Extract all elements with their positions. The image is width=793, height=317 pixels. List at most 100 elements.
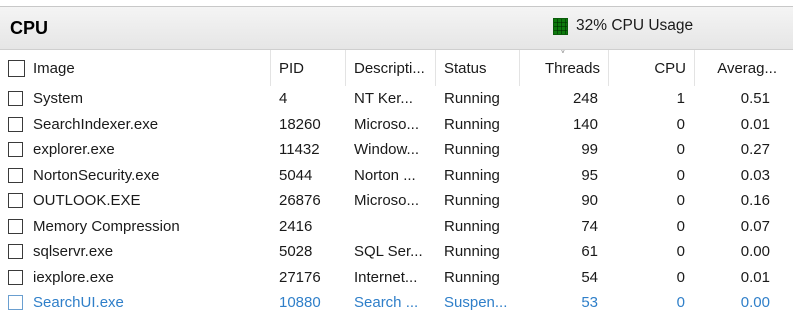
process-pid-cell: 10880	[271, 290, 346, 316]
process-threads-cell: 248	[520, 86, 609, 112]
process-row[interactable]: Memory Compression 2416 Running 74 0 0.0…	[0, 214, 793, 240]
process-threads: 99	[581, 141, 598, 159]
process-threads-cell: 53	[520, 290, 609, 316]
process-pid: 26876	[279, 192, 321, 210]
process-status: Running	[444, 268, 500, 286]
column-header-pid[interactable]: PID	[271, 50, 346, 86]
process-pid: 4	[279, 90, 288, 108]
process-average: 0.00	[740, 294, 770, 312]
process-pid: 2416	[279, 217, 313, 235]
section-title: CPU	[10, 18, 49, 38]
process-cpu-cell: 0	[609, 214, 695, 240]
process-description-cell: Microso...	[346, 188, 436, 214]
process-status: Suspen...	[444, 294, 508, 312]
process-checkbox[interactable]	[8, 269, 23, 285]
cpu-usage-text: 32% CPU Usage	[576, 17, 694, 34]
process-description: Search ...	[354, 294, 419, 312]
process-description-cell	[346, 214, 436, 240]
column-header-status[interactable]: Status	[436, 50, 520, 86]
cpu-panel: CPU 32% CPU Usage Image PID Descripti...…	[0, 0, 793, 317]
process-checkbox[interactable]	[8, 91, 23, 107]
process-status-cell: Running	[436, 112, 520, 138]
process-average: 0.07	[740, 217, 770, 235]
process-status: Running	[444, 115, 500, 133]
process-average-cell: 0.16	[695, 188, 785, 214]
process-average: 0.51	[740, 90, 770, 108]
process-status-cell: Suspen...	[436, 290, 520, 316]
process-description-cell: Search ...	[346, 290, 436, 316]
process-threads: 140	[572, 115, 598, 133]
process-row[interactable]: SearchIndexer.exe 18260 Microso... Runni…	[0, 112, 793, 138]
cpu-usage-summary: 32% CPU Usage	[553, 15, 693, 37]
column-label-cpu: CPU	[654, 59, 686, 77]
process-status: Running	[444, 166, 500, 184]
process-description: Norton ...	[354, 166, 416, 184]
process-image-name: SearchIndexer.exe	[33, 115, 159, 133]
process-image-name: Memory Compression	[33, 217, 180, 235]
process-checkbox[interactable]	[8, 116, 23, 132]
process-cpu-cell: 0	[609, 112, 695, 138]
process-status-cell: Running	[436, 188, 520, 214]
process-checkbox[interactable]	[8, 142, 23, 158]
process-description-cell: Window...	[346, 137, 436, 163]
process-row[interactable]: sqlservr.exe 5028 SQL Ser... Running 61 …	[0, 239, 793, 265]
column-header-cpu[interactable]: CPU	[609, 50, 695, 86]
process-pid: 5028	[279, 243, 313, 261]
process-pid-cell: 26876	[271, 188, 346, 214]
process-status: Running	[444, 141, 500, 159]
process-image-name: explorer.exe	[33, 141, 115, 159]
process-description-cell: NT Ker...	[346, 86, 436, 112]
process-row[interactable]: SearchUI.exe 10880 Search ... Suspen... …	[0, 290, 793, 316]
process-description-cell: SQL Ser...	[346, 239, 436, 265]
process-average: 0.03	[740, 166, 770, 184]
process-cpu: 0	[676, 141, 685, 159]
process-row[interactable]: explorer.exe 11432 Window... Running 99 …	[0, 137, 793, 163]
process-checkbox[interactable]	[8, 218, 23, 234]
column-label-status: Status	[444, 59, 487, 77]
process-description-cell: Norton ...	[346, 163, 436, 189]
process-status: Running	[444, 217, 500, 235]
column-header-image[interactable]: Image	[0, 50, 271, 86]
process-description: Window...	[354, 141, 420, 159]
process-description: Internet...	[354, 268, 418, 286]
process-cpu: 0	[676, 294, 685, 312]
process-status-cell: Running	[436, 137, 520, 163]
process-status-cell: Running	[436, 163, 520, 189]
process-image-cell: explorer.exe	[0, 137, 271, 163]
column-header-threads[interactable]: ˅ Threads	[520, 50, 609, 86]
process-row[interactable]: System 4 NT Ker... Running 248 1 0.51	[0, 86, 793, 112]
process-cpu-cell: 0	[609, 163, 695, 189]
column-label-image: Image	[33, 59, 75, 77]
process-checkbox[interactable]	[8, 167, 23, 183]
process-row[interactable]: NortonSecurity.exe 5044 Norton ... Runni…	[0, 163, 793, 189]
process-image-name: OUTLOOK.EXE	[33, 192, 141, 210]
column-label-description: Descripti...	[354, 59, 425, 77]
process-threads-cell: 99	[520, 137, 609, 163]
process-average-cell: 0.01	[695, 265, 785, 291]
process-pid: 11432	[279, 141, 320, 159]
process-image-name: System	[33, 90, 84, 108]
column-header-description[interactable]: Descripti...	[346, 50, 436, 86]
process-threads-cell: 90	[520, 188, 609, 214]
process-threads: 74	[581, 217, 598, 235]
cpu-section-header[interactable]: CPU 32% CPU Usage	[0, 7, 793, 50]
process-description: NT Ker...	[354, 90, 413, 108]
process-row[interactable]: OUTLOOK.EXE 26876 Microso... Running 90 …	[0, 188, 793, 214]
column-header-average[interactable]: Averag...	[695, 50, 785, 86]
process-cpu-cell: 0	[609, 265, 695, 291]
process-average: 0.00	[740, 243, 770, 261]
process-row[interactable]: iexplore.exe 27176 Internet... Running 5…	[0, 265, 793, 291]
process-average-cell: 0.07	[695, 214, 785, 240]
process-threads-cell: 54	[520, 265, 609, 291]
process-pid: 18260	[279, 115, 321, 133]
process-status-cell: Running	[436, 239, 520, 265]
process-checkbox[interactable]	[8, 295, 23, 311]
process-image-cell: SearchUI.exe	[0, 290, 271, 316]
process-checkbox[interactable]	[8, 193, 23, 209]
process-status: Running	[444, 243, 500, 261]
select-all-checkbox[interactable]	[8, 59, 25, 77]
process-description-cell: Microso...	[346, 112, 436, 138]
process-checkbox[interactable]	[8, 244, 23, 260]
process-threads-cell: 95	[520, 163, 609, 189]
process-description: Microso...	[354, 115, 420, 133]
